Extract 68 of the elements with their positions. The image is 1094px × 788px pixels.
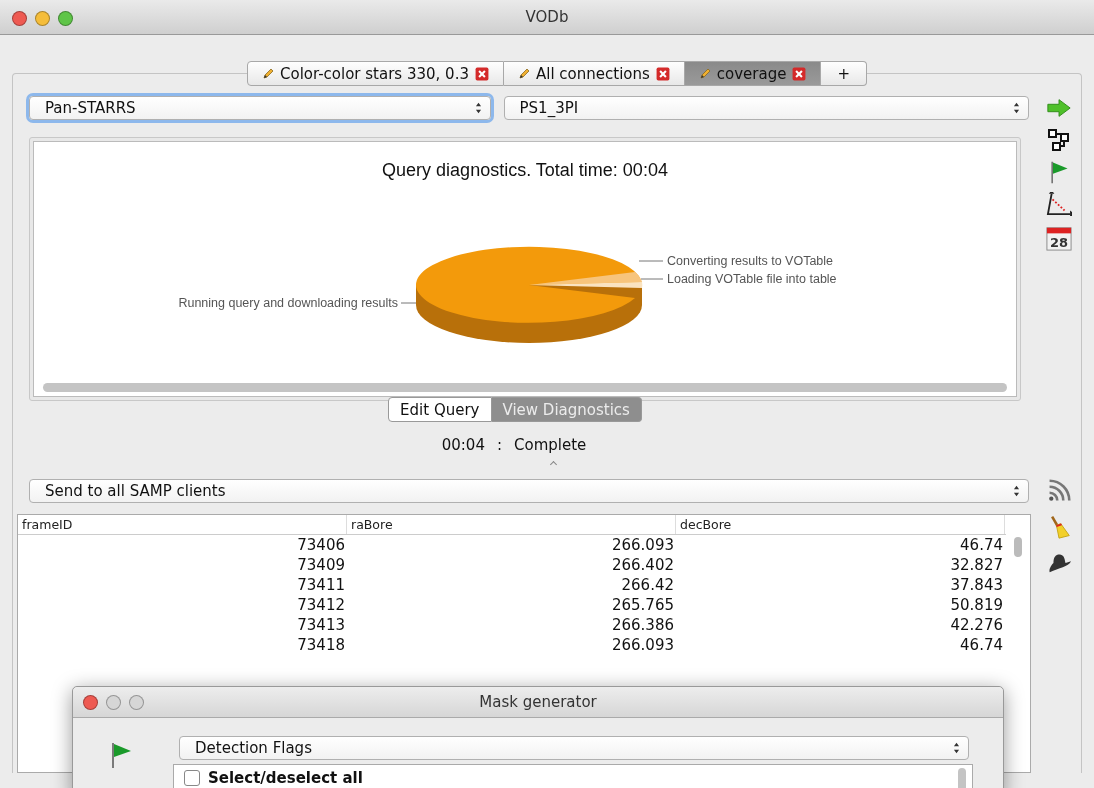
tab[interactable]: coverage (684, 61, 822, 86)
axes-icon[interactable] (1046, 192, 1072, 216)
table-cell-text: 266.42 (620, 575, 675, 595)
pencil-icon (517, 67, 530, 80)
table-cell-text: 266.402 (610, 555, 675, 575)
table-cell-text: 42.276 (949, 615, 1004, 635)
minimize-button[interactable] (106, 695, 121, 710)
broadcast-icon[interactable] (1046, 479, 1072, 503)
table-cell-text: 73413 (296, 615, 346, 635)
column-header[interactable]: frameID (18, 515, 347, 534)
checkbox[interactable] (184, 770, 200, 786)
add-tab-button[interactable]: + (821, 61, 867, 86)
elapsed-time: 00:04 (441, 436, 485, 454)
dropdown-arrows-icon (1013, 102, 1020, 114)
checkbox-label: Select/deselect all (208, 769, 363, 787)
chart-title: Query diagnostics. Total time: 00:04 (382, 160, 668, 181)
slice-label: Converting results to VOTable (667, 254, 834, 268)
table-cell-text: 266.093 (610, 635, 675, 655)
table-cell-text: 73418 (296, 635, 346, 655)
pencil-icon (698, 67, 711, 80)
hierarchy-icon[interactable] (1046, 128, 1072, 152)
scrollbar-thumb[interactable] (1014, 537, 1022, 557)
catalog-dropdown[interactable]: Pan-STARRS (29, 96, 491, 120)
table-dropdown[interactable]: PS1_3PI (503, 96, 1029, 120)
column-header[interactable]: raBore (347, 515, 676, 534)
close-tab-icon[interactable] (792, 66, 807, 81)
table-cell-text: 46.74 (959, 635, 1004, 655)
table-cell-text: 50.819 (949, 595, 1004, 615)
arrow-right-icon[interactable] (1046, 96, 1072, 120)
window-title: VODb (525, 8, 569, 26)
slice-label: Running query and downloading results (178, 296, 398, 310)
table-cell-text: 73412 (296, 595, 346, 615)
dialog-title: Mask generator (479, 693, 597, 711)
calendar-icon[interactable]: 28 (1046, 224, 1072, 252)
close-tab-icon[interactable] (474, 66, 489, 81)
leader-line (400, 302, 417, 304)
dropdown-arrows-icon (474, 102, 482, 114)
minimize-button[interactable] (35, 11, 50, 26)
close-button[interactable] (12, 11, 27, 26)
tab[interactable]: Color-color stars 330, 0.3 (247, 61, 504, 86)
table-cell-text: 266.386 (610, 615, 675, 635)
table-cell-text: 37.843 (949, 575, 1004, 595)
dropdown-arrows-icon (953, 742, 960, 754)
flag-type-dropdown[interactable]: Detection Flags (179, 736, 969, 760)
table-cell-text: 73411 (296, 575, 346, 595)
leader-line (640, 278, 664, 280)
zoom-button[interactable] (129, 695, 144, 710)
table-cell-text: 73406 (296, 535, 346, 555)
column-header[interactable]: decBore (676, 515, 1005, 534)
table-cell-text: 73409 (296, 555, 346, 575)
close-tab-icon[interactable] (655, 66, 670, 81)
horizontal-scrollbar[interactable] (43, 383, 1007, 392)
view-toggle-button[interactable]: Edit Query (388, 397, 492, 422)
table-cell-text: 266.093 (610, 535, 675, 555)
table-cell-text: 46.74 (959, 535, 1004, 555)
pencil-icon (262, 67, 274, 80)
dropdown-arrows-icon (1013, 485, 1020, 497)
status-separator: : (496, 436, 502, 454)
zoom-button[interactable] (58, 11, 73, 26)
flag-icon (109, 740, 133, 770)
status-text: Complete (514, 436, 587, 454)
slice-label: Loading VOTable file into table (667, 272, 837, 286)
table-cell-text: 32.827 (949, 555, 1004, 575)
tab[interactable]: All connections (503, 61, 685, 86)
table-cell-text: 265.765 (610, 595, 675, 615)
leader-line (638, 260, 664, 262)
close-button[interactable] (83, 695, 98, 710)
samp-dropdown[interactable]: Send to all SAMP clients (29, 479, 1029, 503)
